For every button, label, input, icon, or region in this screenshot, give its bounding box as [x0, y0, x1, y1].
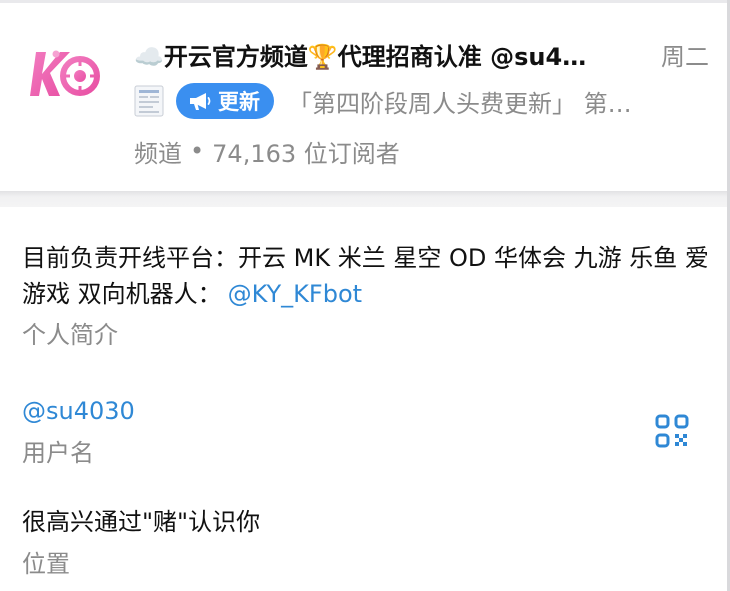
last-message-snippet: 「第四阶段周人头费更新」 第…	[288, 89, 632, 118]
location-section[interactable]: 很高兴通过"赌"认识你 位置	[22, 504, 712, 582]
username-link[interactable]: @su4030	[22, 393, 712, 429]
channel-title: ☁️开云官方频道🏆代理招商认准 @su4…	[134, 42, 587, 71]
bio-text: 目前负责开线平台：开云 MK 米兰 星空 OD 华体会 九游 乐鱼 爱游戏 双向…	[22, 240, 712, 312]
channel-meta: 频道 • 74,163 位订阅者	[134, 129, 400, 173]
bio-section[interactable]: 目前负责开线平台：开云 MK 米兰 星空 OD 华体会 九游 乐鱼 爱游戏 双向…	[22, 240, 712, 353]
username-label: 用户名	[22, 439, 94, 467]
channel-avatar[interactable]	[30, 44, 100, 104]
location-value: 很高兴通过"赌"认识你	[22, 508, 261, 536]
channel-title-row[interactable]: ☁️开云官方频道🏆代理招商认准 @su4… 周二	[134, 32, 709, 76]
meta-separator: •	[190, 137, 205, 165]
megaphone-icon	[190, 93, 211, 110]
subscriber-count: 74,163 位订阅者	[212, 139, 400, 168]
update-badge[interactable]: 更新	[176, 83, 274, 119]
location-label: 位置	[22, 550, 70, 578]
bio-bot-mention-link[interactable]: @KY_KFbot	[228, 280, 362, 308]
update-badge-label: 更新	[218, 90, 260, 114]
last-message-row[interactable]: 更新 「第四阶段周人头费更新」 第…	[134, 79, 704, 123]
last-message-date: 周二	[661, 42, 709, 71]
channel-type-label: 频道	[134, 139, 182, 168]
username-section[interactable]: @su4030 用户名	[22, 393, 712, 471]
kaiyun-logo-icon	[30, 50, 100, 96]
bio-content: 目前负责开线平台：开云 MK 米兰 星空 OD 华体会 九游 乐鱼 爱游戏 双向…	[22, 244, 709, 308]
section-divider	[0, 191, 727, 207]
bio-label: 个人简介	[22, 321, 118, 349]
channel-header[interactable]: ☁️开云官方频道🏆代理招商认准 @su4… 周二 更新 「第四阶段周人头费更新」…	[0, 3, 727, 191]
document-thumbnail-icon	[134, 85, 164, 117]
qr-code-icon[interactable]	[655, 414, 689, 448]
